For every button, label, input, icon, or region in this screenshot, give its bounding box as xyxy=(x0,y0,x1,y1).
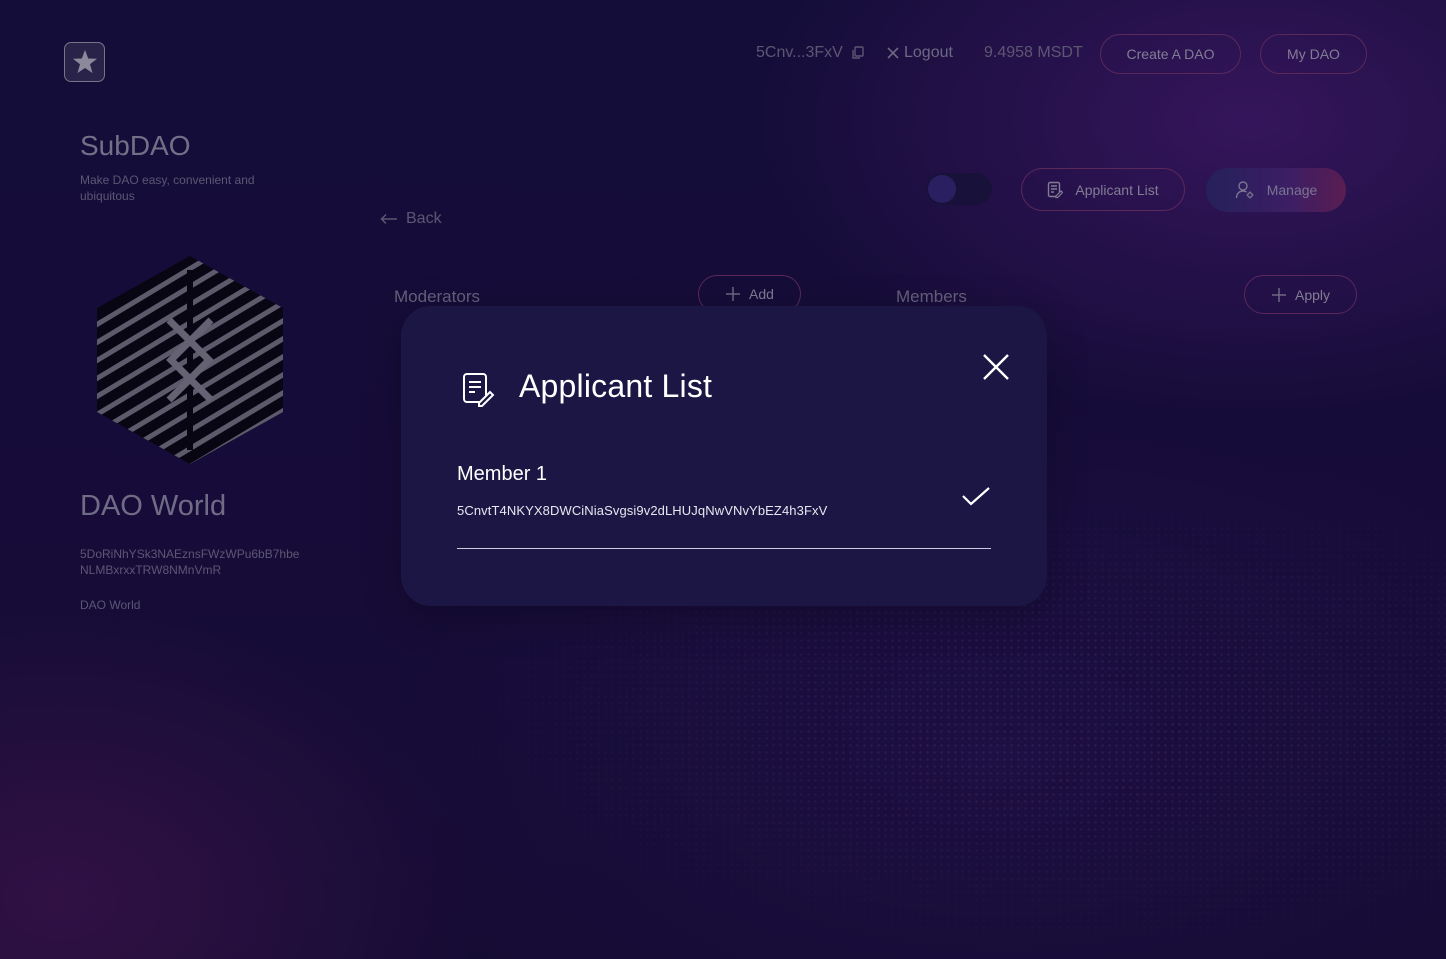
applicant-address: 5CnvtT4NKYX8DWCiNiaSvgsi9v2dLHUJqNwVNvYb… xyxy=(457,503,828,518)
applicant-name: Member 1 xyxy=(457,463,548,485)
modal-title: Applicant List xyxy=(519,368,713,404)
checkmark-icon[interactable] xyxy=(961,486,991,506)
divider xyxy=(457,548,991,549)
close-icon[interactable] xyxy=(981,352,1011,382)
applicant-list-modal: Applicant List Member 1 5CnvtT4NKYX8DWCi… xyxy=(401,306,1047,606)
document-edit-icon xyxy=(463,373,495,407)
